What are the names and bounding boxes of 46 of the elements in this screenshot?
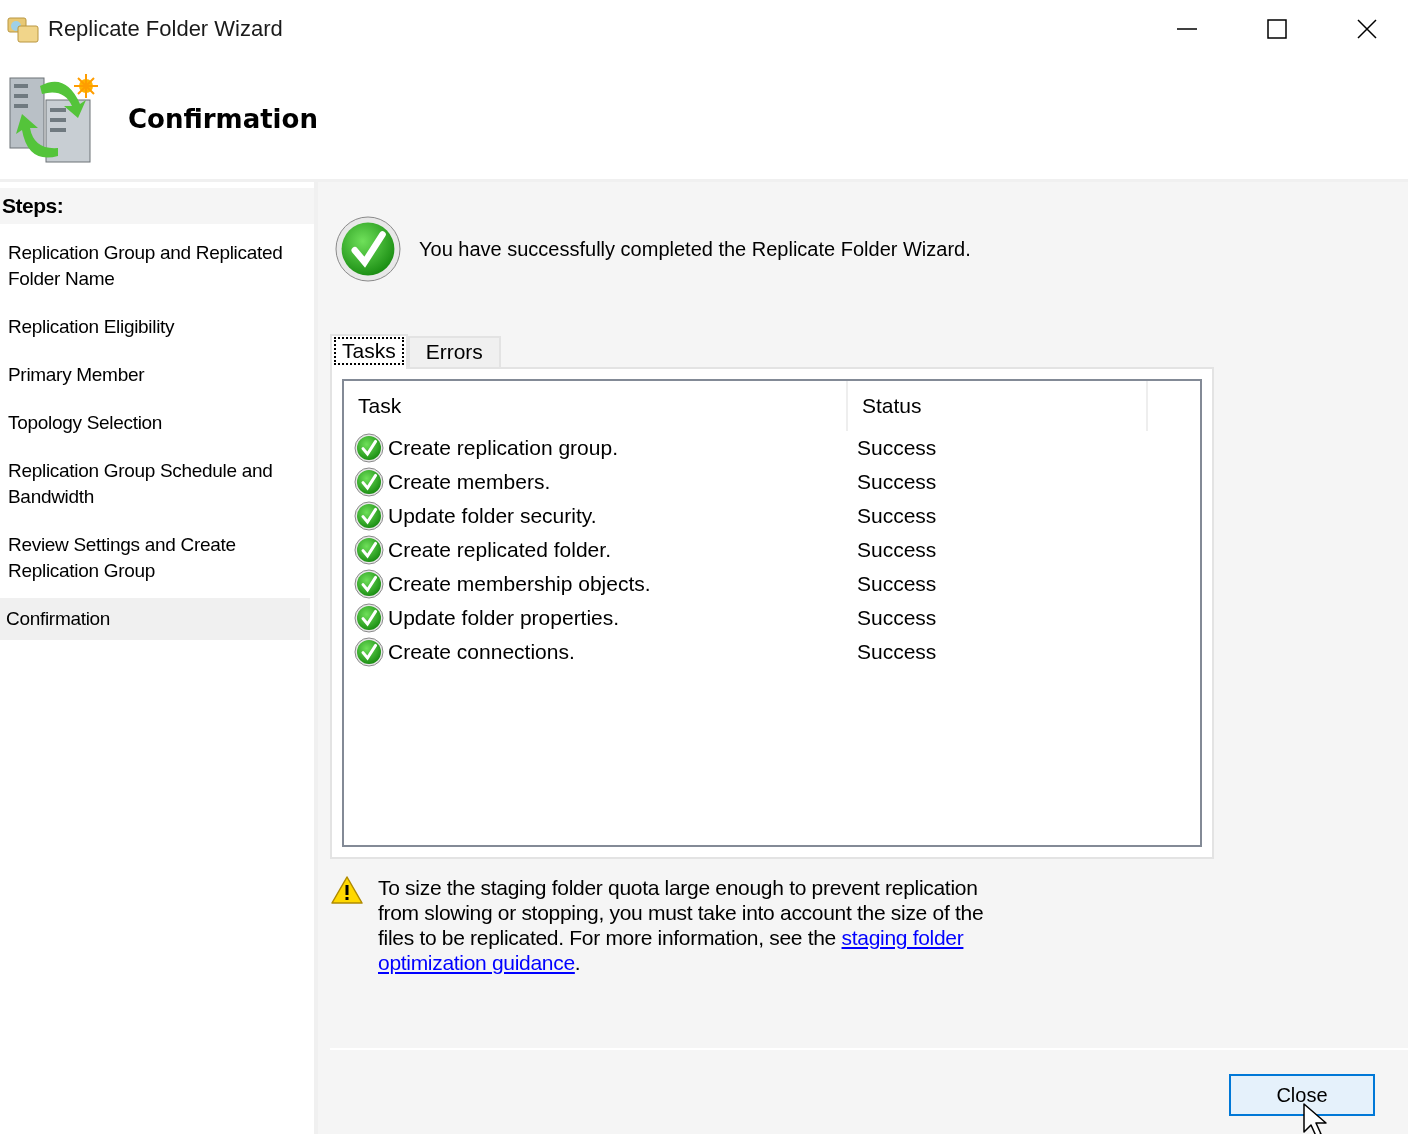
step-item[interactable]: Replication Eligibility <box>0 312 314 342</box>
task-status: Success <box>856 470 938 494</box>
check-icon <box>354 535 384 565</box>
step-item[interactable]: Confirmation <box>0 598 310 640</box>
page-heading: Confirmation <box>128 103 318 134</box>
step-item[interactable]: Replication Group Schedule and Bandwidth <box>0 456 314 512</box>
check-icon <box>354 433 384 463</box>
close-button[interactable]: Close <box>1229 1074 1375 1116</box>
check-icon <box>354 603 384 633</box>
tab[interactable]: Errors <box>407 336 501 367</box>
steps-heading: Steps: <box>0 188 314 224</box>
task-name: Update folder security. <box>388 504 597 528</box>
success-message: You have successfully completed the Replicate Folder Wizard. <box>419 237 971 261</box>
success-icon <box>335 216 401 282</box>
task-name: Update folder properties. <box>388 606 620 630</box>
close-icon[interactable] <box>1356 18 1378 40</box>
check-icon <box>354 467 384 497</box>
task-status: Success <box>856 572 938 596</box>
task-name: Create members. <box>388 470 551 494</box>
check-icon <box>354 501 384 531</box>
link[interactable]: optimization guidance <box>378 951 575 974</box>
task-status: Success <box>856 504 938 528</box>
task-name: Create replication group. <box>388 436 618 460</box>
maximize-icon[interactable] <box>1266 18 1288 40</box>
check-icon <box>354 637 384 667</box>
warning-icon <box>330 875 364 905</box>
tab[interactable]: Tasks <box>330 334 408 369</box>
task-name: Create membership objects. <box>388 572 651 596</box>
step-item[interactable]: Topology Selection <box>0 408 314 438</box>
task-status: Success <box>856 606 938 630</box>
link[interactable]: staging folder <box>841 926 964 949</box>
task-name: Create replicated folder. <box>388 538 611 562</box>
check-icon <box>354 569 384 599</box>
step-item[interactable]: Primary Member <box>0 360 314 390</box>
column-header[interactable]: Status <box>848 381 1148 431</box>
window-title: Replicate Folder Wizard <box>48 16 283 42</box>
warning-text: To size the staging folder quota large enough to prevent replication from slowing or stopping, you must take into account the size of the files to be replicated. For more information, see the staging folder optimization guidance. <box>378 875 985 975</box>
column-header[interactable]: Task <box>344 381 848 431</box>
task-status: Success <box>856 436 938 460</box>
task-name: Create connections. <box>388 640 575 664</box>
task-status: Success <box>856 640 938 664</box>
step-item[interactable]: Review Settings and Create Replication Group <box>0 530 314 586</box>
servers-sync-icon <box>6 71 98 166</box>
folders-icon <box>6 14 40 44</box>
task-status: Success <box>856 538 938 562</box>
step-item[interactable]: Replication Group and Replicated Folder Name <box>0 238 314 294</box>
